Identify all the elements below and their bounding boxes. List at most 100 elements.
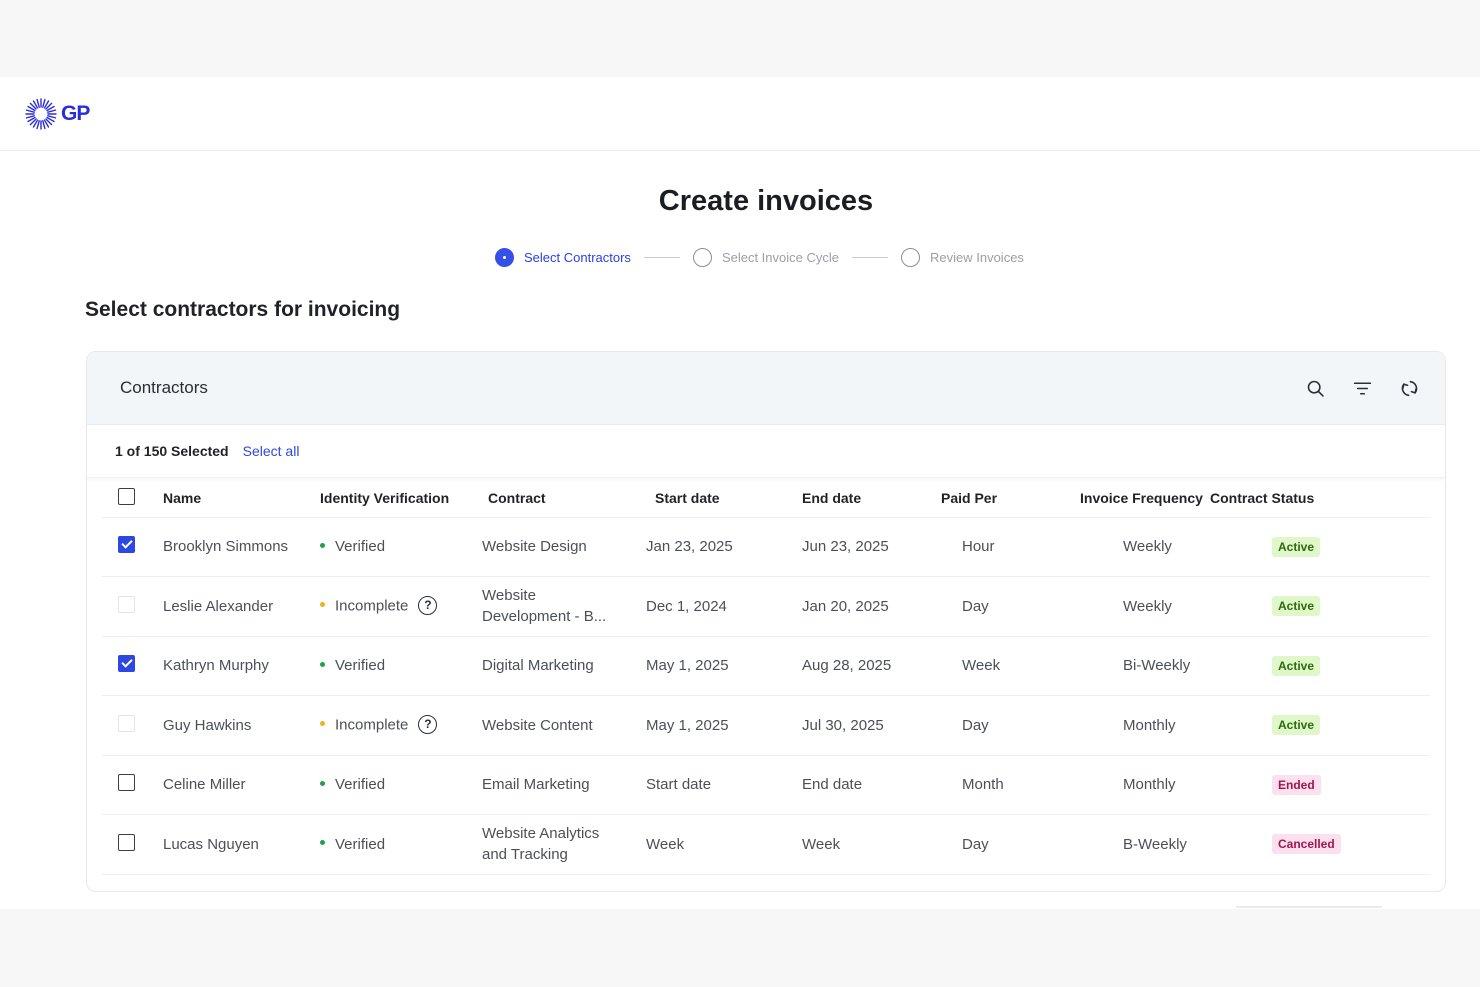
- verification-status-dot-icon: [320, 780, 325, 786]
- cell-paid-per: Day: [941, 814, 1062, 875]
- section-title: Select contractors for invoicing: [85, 298, 401, 321]
- row-checkbox[interactable]: [118, 774, 135, 792]
- table-row[interactable]: Guy Hawkins Incomplete? Website Content May…: [102, 695, 1430, 756]
- column-header-paid-per[interactable]: Paid Per: [941, 479, 1062, 518]
- search-icon[interactable]: [1305, 378, 1326, 399]
- help-question-icon[interactable]: ?: [418, 595, 438, 615]
- cell-paid-per: Day: [941, 695, 1062, 756]
- cell-invoice-frequency: Monthly: [1062, 755, 1210, 815]
- row-select-cell: [102, 517, 163, 577]
- cell-identity-verification: Incomplete?: [320, 576, 482, 637]
- sunburst-logo-icon: [25, 97, 57, 130]
- column-header-invoice-frequency[interactable]: Invoice Frequency: [1062, 479, 1210, 518]
- filter-icon[interactable]: [1352, 378, 1373, 399]
- step-select-invoice-cycle[interactable]: Select Invoice Cycle: [692, 248, 839, 267]
- top-navigation-bar: GP: [0, 77, 1480, 151]
- column-header-identity-verification[interactable]: Identity Verification: [320, 479, 482, 518]
- row-checkbox[interactable]: [118, 833, 135, 851]
- column-header-end-date[interactable]: End date: [802, 479, 941, 518]
- column-header-name[interactable]: Name: [163, 479, 320, 518]
- cell-paid-per: Week: [941, 636, 1062, 696]
- cell-contract: Website Content: [482, 695, 642, 756]
- card-actions: [1305, 378, 1420, 399]
- column-header-contract[interactable]: Contract: [482, 479, 642, 518]
- verification-label: Incomplete: [335, 716, 409, 734]
- cell-start-date: Week: [642, 814, 802, 875]
- cell-start-date: May 1, 2025: [642, 636, 802, 696]
- cell-end-date: End date: [802, 755, 941, 815]
- cell-identity-verification: Incomplete?: [320, 695, 482, 756]
- cell-identity-verification: Verified: [320, 636, 482, 696]
- row-checkbox[interactable]: [118, 536, 135, 554]
- cell-start-date: Jan 23, 2025: [642, 517, 802, 577]
- selection-bar: 1 of 150 Selected Select all: [87, 425, 1445, 478]
- cell-contract: Website Design: [482, 517, 642, 577]
- cell-contract: Email Marketing: [482, 755, 642, 815]
- cell-end-date: Aug 28, 2025: [802, 636, 941, 696]
- brand-logo-text: GP: [61, 101, 90, 125]
- refresh-icon[interactable]: [1399, 378, 1420, 399]
- verification-status-dot-icon: [320, 840, 325, 846]
- table-row[interactable]: Lucas Nguyen Verified Website Analytics an…: [102, 814, 1430, 875]
- table-header-row: Name Identity Verification Contract Star…: [102, 479, 1430, 518]
- verification-status-dot-icon: [320, 720, 325, 726]
- step-connector: [643, 257, 680, 258]
- verification-label: Verified: [335, 835, 386, 853]
- cell-end-date: Jul 30, 2025: [802, 695, 941, 756]
- cell-paid-per: Hour: [941, 517, 1062, 577]
- table-row[interactable]: Leslie Alexander Incomplete? Website Devel…: [102, 576, 1430, 637]
- cell-name: Celine Miller: [163, 755, 320, 815]
- cell-identity-verification: Verified: [320, 517, 482, 577]
- status-badge: Active: [1272, 596, 1321, 617]
- contractors-table: Name Identity Verification Contract Star…: [102, 479, 1430, 875]
- step-review-invoices[interactable]: Review Invoices: [901, 248, 1024, 267]
- column-header-contract-status[interactable]: Contract Status: [1210, 479, 1430, 518]
- verification-label: Incomplete: [335, 597, 409, 615]
- app-window: GP Create invoices Select Contractors Se…: [0, 77, 1480, 909]
- cell-start-date: Start date: [642, 755, 802, 815]
- row-select-cell: [102, 755, 163, 815]
- status-badge: Ended: [1272, 774, 1321, 795]
- cell-contract: Website Development - B...: [482, 576, 642, 637]
- table-row[interactable]: Celine Miller Verified Email Marketing Star…: [102, 755, 1430, 815]
- select-all-link[interactable]: Select all: [243, 443, 300, 459]
- cell-name: Brooklyn Simmons: [163, 517, 320, 577]
- help-question-icon[interactable]: ?: [418, 714, 438, 734]
- verification-status-dot-icon: [320, 542, 325, 548]
- cell-end-date: Week: [802, 814, 941, 875]
- cell-contract-status: Ended: [1210, 755, 1430, 815]
- step-select-contractors[interactable]: Select Contractors: [495, 248, 631, 267]
- row-select-cell: [102, 636, 163, 696]
- cell-end-date: Jun 23, 2025: [802, 517, 941, 577]
- verification-status-dot-icon: [320, 601, 325, 607]
- cell-invoice-frequency: B-Weekly: [1062, 814, 1210, 875]
- verification-status-dot-icon: [320, 661, 325, 667]
- cell-identity-verification: Verified: [320, 814, 482, 875]
- step-label: Select Contractors: [524, 250, 631, 265]
- verification-label: Verified: [335, 657, 386, 675]
- scroll-indicator: [1236, 906, 1382, 908]
- select-all-checkbox[interactable]: [118, 487, 135, 505]
- brand-logo[interactable]: GP: [25, 97, 90, 130]
- page-title: Create invoices: [658, 185, 874, 217]
- step-active-indicator-icon: [495, 248, 514, 267]
- row-select-cell: [102, 576, 163, 637]
- row-checkbox: [118, 595, 135, 613]
- cell-name: Leslie Alexander: [163, 576, 320, 637]
- invoice-stepper: Select Contractors Select Invoice Cycle …: [495, 248, 1024, 267]
- row-select-cell: [102, 814, 163, 875]
- cell-paid-per: Day: [941, 576, 1062, 637]
- status-badge: Active: [1272, 536, 1321, 557]
- cell-start-date: May 1, 2025: [642, 695, 802, 756]
- table-row[interactable]: Brooklyn Simmons Verified Website Design Ja…: [102, 517, 1430, 577]
- row-checkbox[interactable]: [118, 655, 135, 673]
- cell-invoice-frequency: Monthly: [1062, 695, 1210, 756]
- table-row[interactable]: Kathryn Murphy Verified Digital Marketing M…: [102, 636, 1430, 696]
- column-header-start-date[interactable]: Start date: [642, 479, 802, 518]
- cell-name: Kathryn Murphy: [163, 636, 320, 696]
- status-badge: Active: [1272, 655, 1321, 676]
- step-label: Select Invoice Cycle: [721, 250, 839, 265]
- step-inactive-indicator-icon: [901, 248, 920, 267]
- card-header: Contractors: [87, 352, 1445, 425]
- row-checkbox: [118, 714, 135, 732]
